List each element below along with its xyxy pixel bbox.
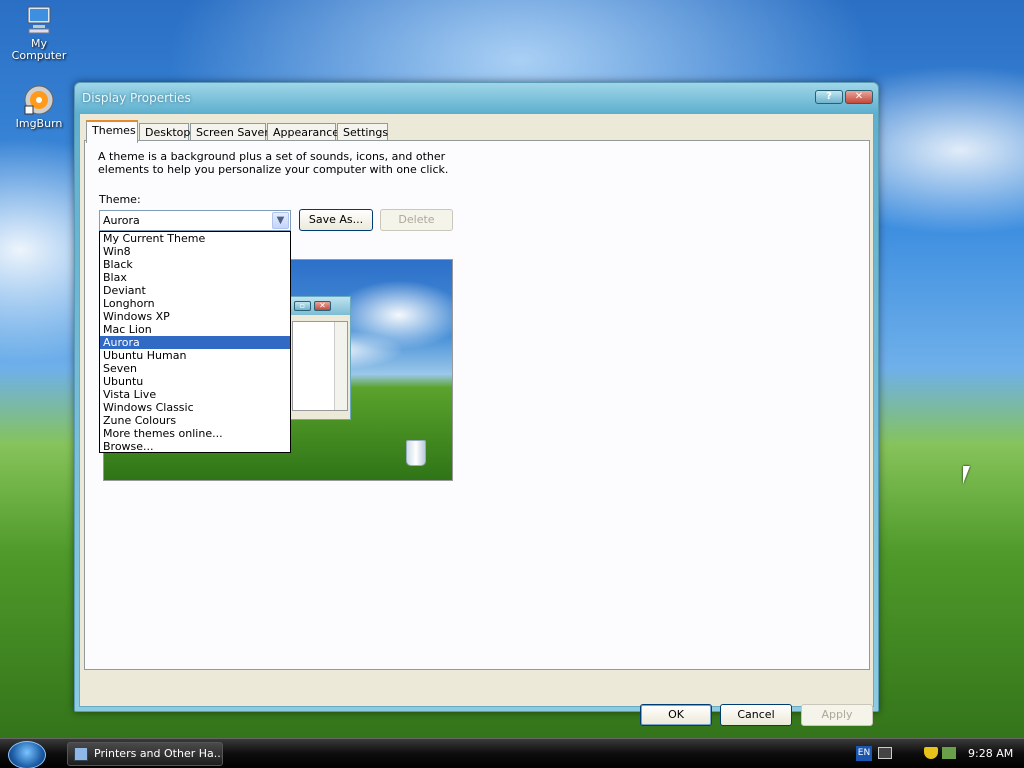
display-properties-window: Display Properties ? ✕ Themes Desktop Sc… xyxy=(74,82,879,726)
taskbar-item-printers[interactable]: Printers and Other Ha... xyxy=(67,742,223,766)
dropdown-option[interactable]: Seven xyxy=(100,362,290,375)
themes-panel: A theme is a background plus a set of so… xyxy=(84,140,870,670)
apply-button[interactable]: Apply xyxy=(801,704,873,726)
language-indicator[interactable]: EN xyxy=(856,746,872,761)
tab-themes[interactable]: Themes xyxy=(86,120,138,143)
recycle-bin-icon xyxy=(406,440,426,466)
dropdown-option[interactable]: Longhorn xyxy=(100,297,290,310)
start-button[interactable] xyxy=(8,741,46,768)
dropdown-option[interactable]: Windows Classic xyxy=(100,401,290,414)
title-bar[interactable]: Display Properties ? ✕ xyxy=(75,83,878,113)
printer-folder-icon xyxy=(74,747,88,761)
desktop-icon-label: My Computer xyxy=(11,37,67,62)
desktop-icon-my-computer[interactable]: My Computer xyxy=(4,4,74,62)
theme-dropdown-list: My Current Theme Win8 Black Blax Deviant Long… xyxy=(99,231,291,453)
theme-label: Theme: xyxy=(99,193,141,206)
close-button[interactable]: ✕ xyxy=(845,90,873,104)
dropdown-option[interactable]: More themes online... xyxy=(100,427,290,440)
mouse-cursor-icon xyxy=(963,466,970,484)
help-button[interactable]: ? xyxy=(815,90,843,104)
dropdown-option[interactable]: My Current Theme xyxy=(100,232,290,245)
desktop-icon-label: ImgBurn xyxy=(15,117,63,130)
ok-button[interactable]: OK xyxy=(640,704,712,726)
dropdown-option[interactable]: Black xyxy=(100,258,290,271)
preview-close-icon: ✕ xyxy=(314,301,331,311)
imgburn-icon xyxy=(23,84,55,116)
computer-icon xyxy=(23,4,55,36)
dropdown-option[interactable]: Aurora xyxy=(100,336,290,349)
dropdown-option[interactable]: Vista Live xyxy=(100,388,290,401)
window-client-area: Themes Desktop Screen Saver Appearance S… xyxy=(79,113,874,726)
desktop-icon-imgburn[interactable]: ImgBurn xyxy=(4,84,74,130)
window-title: Display Properties xyxy=(82,91,191,105)
clock[interactable]: 9:28 AM xyxy=(968,747,1013,760)
theme-select-value: Aurora xyxy=(103,214,140,227)
keyboard-icon[interactable] xyxy=(878,747,892,759)
theme-description: A theme is a background plus a set of so… xyxy=(98,150,449,176)
preview-client xyxy=(292,321,348,411)
dropdown-option[interactable]: Mac Lion xyxy=(100,323,290,336)
save-as-button[interactable]: Save As... xyxy=(299,209,373,231)
dropdown-option[interactable]: Deviant xyxy=(100,284,290,297)
dropdown-option[interactable]: Zune Colours xyxy=(100,414,290,427)
security-shield-icon[interactable] xyxy=(924,747,938,759)
dropdown-option[interactable]: Windows XP xyxy=(100,310,290,323)
cancel-button[interactable]: Cancel xyxy=(720,704,792,726)
dropdown-option[interactable]: Browse... xyxy=(100,440,290,453)
dropdown-option[interactable]: Ubuntu Human xyxy=(100,349,290,362)
taskbar: Printers and Other Ha... EN 9:28 AM xyxy=(0,738,1024,768)
dropdown-option[interactable]: Win8 xyxy=(100,245,290,258)
preview-window: ▫ ✕ xyxy=(289,296,351,420)
preview-maximize-icon: ▫ xyxy=(294,301,311,311)
theme-select[interactable]: Aurora ▼ xyxy=(99,210,291,231)
network-icon[interactable] xyxy=(942,747,956,759)
dropdown-option[interactable]: Blax xyxy=(100,271,290,284)
delete-button[interactable]: Delete xyxy=(380,209,453,231)
taskbar-item-label: Printers and Other Ha... xyxy=(94,747,223,760)
chevron-down-icon[interactable]: ▼ xyxy=(272,212,289,229)
preview-scrollbar xyxy=(334,322,347,410)
dropdown-option[interactable]: Ubuntu xyxy=(100,375,290,388)
